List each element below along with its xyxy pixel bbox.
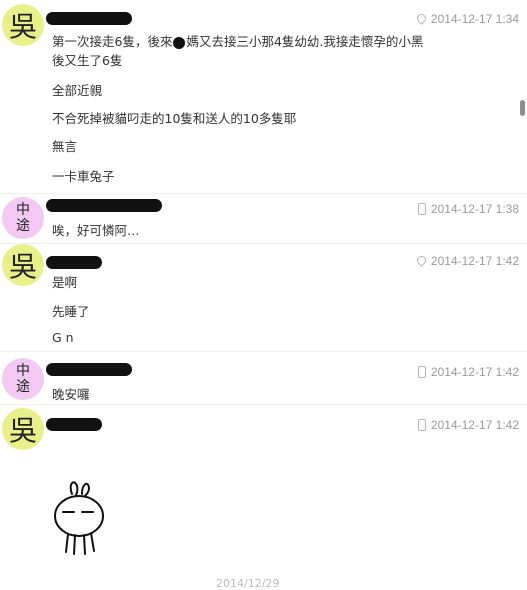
message-line: 全部近親 (52, 83, 103, 98)
phone-icon (417, 203, 426, 215)
phone-icon (417, 419, 426, 431)
message-item: 中途 2014-12-17 1:38 唉，好可憐阿… (0, 195, 527, 241)
message-item: 吳 2014-12-17 1:34 第一次接走6隻，後來 媽又去接三小那4隻幼幼.… (0, 0, 527, 190)
message-line: 一卡車兔子 (52, 169, 115, 184)
phone-icon (417, 366, 426, 378)
avatar[interactable]: 吳 (2, 244, 44, 286)
message-line: G n (52, 330, 74, 345)
message-line: 無言 (52, 139, 78, 154)
message-meta: 2014-12-17 1:42 (415, 253, 519, 268)
message-item: 吳 2014-12-17 1:42 是啊 先睡了 G n (0, 244, 527, 348)
message-line: 唉，好可憐阿… (52, 223, 140, 238)
sender-name-redacted (46, 363, 132, 376)
scrollbar-thumb[interactable] (520, 100, 525, 116)
timestamp: 2014-12-17 1:34 (430, 12, 519, 26)
redaction-blot (173, 36, 186, 49)
bunny-sticker-image[interactable] (48, 474, 108, 556)
avatar[interactable]: 吳 (2, 408, 44, 450)
message-meta: 2014-12-17 1:42 (417, 418, 519, 432)
timestamp: 2014-12-17 1:42 (430, 254, 519, 268)
sender-name-redacted (46, 199, 162, 212)
sender-name-redacted (46, 418, 102, 431)
timestamp: 2014-12-17 1:42 (430, 418, 519, 432)
message-meta: 2014-12-17 1:42 (417, 365, 519, 379)
timestamp: 2014-12-17 1:38 (430, 202, 519, 216)
message-meta: 2014-12-17 1:38 (417, 202, 519, 216)
pin-icon (415, 11, 428, 25)
message-line: 先睡了 (52, 304, 90, 319)
pin-icon (415, 253, 428, 267)
message-item: 中途 2014-12-17 1:42 晚安囉 (0, 354, 527, 402)
sender-name-redacted (46, 12, 132, 25)
divider (0, 351, 527, 352)
message-meta: 2014-12-17 1:34 (415, 11, 519, 26)
sender-name-redacted (46, 256, 102, 269)
message-line: 是啊 (52, 275, 78, 290)
timestamp: 2014-12-17 1:42 (430, 365, 519, 379)
avatar[interactable]: 中途 (2, 197, 44, 239)
date-divider: 2014/12/29 (216, 577, 280, 590)
avatar[interactable]: 吳 (2, 4, 44, 46)
message-line: 第一次接走6隻，後來 媽又去接三小那4隻幼幼.我接走懷孕的小黑 (52, 34, 424, 49)
message-line: 不合死掉被貓叼走的10隻和送人的10多隻耶 (52, 111, 297, 126)
avatar[interactable]: 中途 (2, 358, 44, 400)
message-line: 後又生了6隻 (52, 53, 123, 68)
message-line: 晚安囉 (52, 387, 90, 402)
divider (0, 404, 527, 405)
divider (0, 193, 527, 194)
